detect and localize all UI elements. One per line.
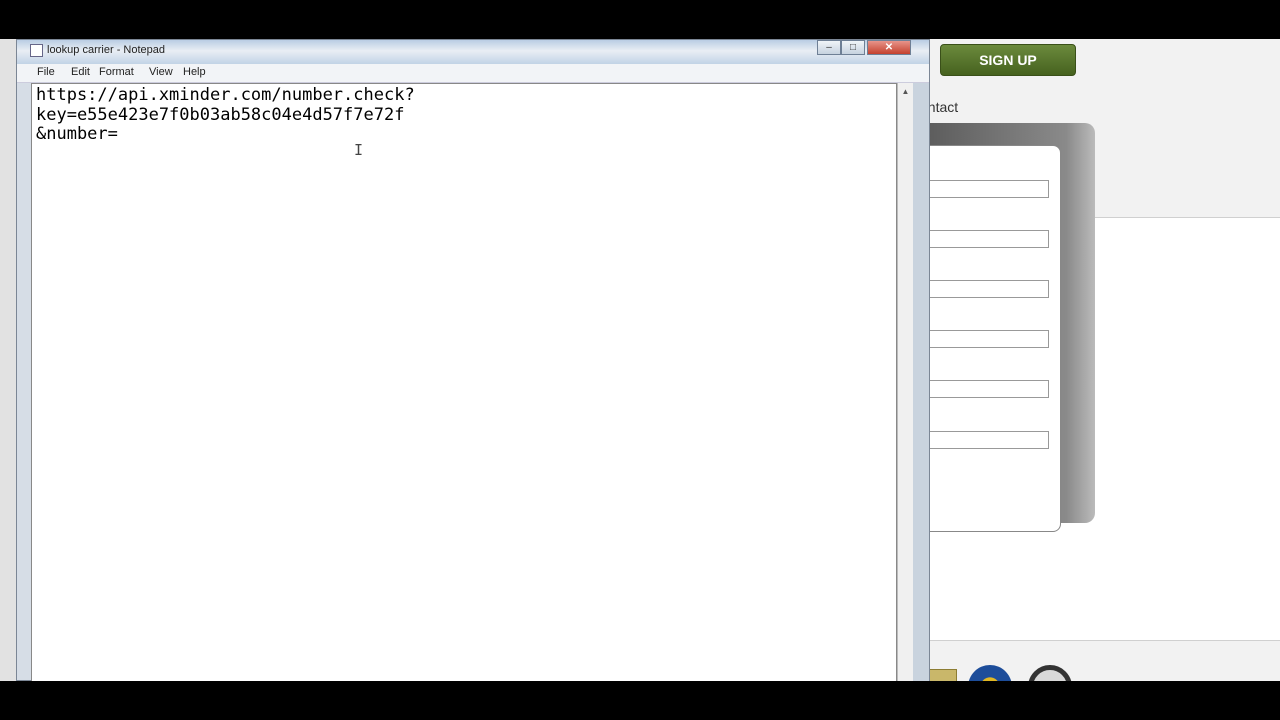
form-field-2[interactable] <box>925 230 1049 248</box>
window-right-border <box>913 83 929 681</box>
text-editor-area[interactable]: https://api.xminder.com/number.check? ke… <box>31 83 897 681</box>
menu-view[interactable]: View <box>149 66 173 78</box>
text-cursor-icon: I <box>354 141 364 159</box>
sign-up-button[interactable]: SIGN UP <box>940 44 1076 76</box>
form-field-6[interactable] <box>925 431 1049 449</box>
notepad-window[interactable]: lookup carrier - Notepad – □ ✕ File Edit… <box>16 39 930 681</box>
form-field-5[interactable] <box>925 380 1049 398</box>
close-button[interactable]: ✕ <box>867 40 911 55</box>
window-title: lookup carrier - Notepad <box>47 44 166 56</box>
menu-file[interactable]: File <box>37 66 55 78</box>
form-field-3[interactable] <box>925 280 1049 298</box>
screen-area: SIGN UP ontact lookup carrier - Notepad … <box>0 39 1280 681</box>
menu-bar: File Edit Format View Help <box>17 64 929 83</box>
minimize-button[interactable]: – <box>817 40 841 55</box>
maximize-button[interactable]: □ <box>841 40 865 55</box>
form-field-4[interactable] <box>925 330 1049 348</box>
notepad-titlebar[interactable]: lookup carrier - Notepad – □ ✕ <box>17 40 929 64</box>
menu-help[interactable]: Help <box>183 66 206 78</box>
background-left-edge <box>0 39 17 681</box>
editor-content[interactable]: https://api.xminder.com/number.check? ke… <box>36 85 415 145</box>
form-field-1[interactable] <box>925 180 1049 198</box>
notepad-app-icon[interactable] <box>30 44 43 57</box>
menu-format[interactable]: Format <box>99 66 134 78</box>
menu-edit[interactable]: Edit <box>71 66 90 78</box>
vertical-scrollbar[interactable]: ▲ <box>897 83 913 681</box>
scroll-up-arrow-icon[interactable]: ▲ <box>898 83 913 99</box>
